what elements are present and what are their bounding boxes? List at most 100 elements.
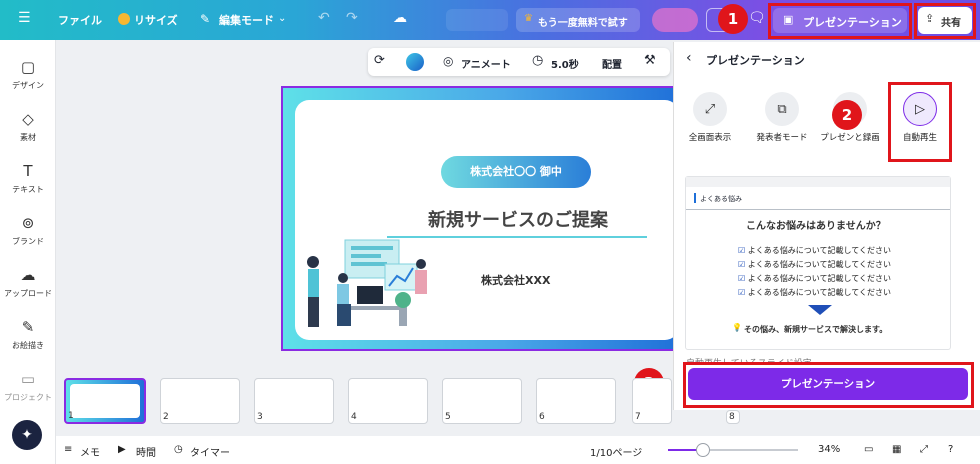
magic-sparkle-icon[interactable]: ✦	[12, 420, 42, 450]
check-icon: ☑	[738, 274, 746, 283]
color-swatch[interactable]	[406, 53, 424, 71]
pencil-icon: ✎	[200, 12, 211, 26]
cloud-upload-icon: ☁	[20, 266, 36, 284]
paint-roller-icon[interactable]: ⚒	[644, 53, 656, 68]
sidebar-item-label: 素材	[20, 133, 36, 142]
redo-icon[interactable]: ↷	[346, 10, 358, 26]
undo-icon[interactable]: ↶	[318, 10, 330, 26]
preview-card: よくある悩み こんなお悩みはありませんか？ ☑ よくある悩みについて記載してくだ…	[685, 176, 951, 350]
thumbnail-1[interactable]: 1	[64, 378, 146, 424]
sidebar-item-upload[interactable]: ☁ アップロード	[0, 266, 56, 299]
autoplay-option[interactable]: ▷ 自動再生	[890, 92, 950, 145]
option-label: 全画面表示	[688, 133, 732, 143]
thumbnail-number: 4	[351, 412, 357, 422]
top-bar: ☰ ファイル リサイズ ✎ 編集モード ⌄ ↶ ↷ ☁ ♛ もう一度無料で試す …	[0, 0, 980, 40]
file-menu[interactable]: ファイル	[58, 12, 102, 28]
add-icon[interactable]: ⟳	[374, 53, 385, 68]
play-box-icon: ▶	[118, 444, 126, 455]
free-trial-button[interactable]: ♛ もう一度無料で試す	[516, 8, 640, 32]
expand-icon: ⤢	[693, 92, 727, 126]
menu-icon[interactable]: ☰	[18, 10, 31, 26]
sidebar-item-draw[interactable]: ✎ お絵描き	[0, 318, 56, 351]
share-button[interactable]: ⇪ 共有	[918, 7, 972, 34]
text-icon: T	[23, 162, 33, 180]
item-text: よくある悩みについて記載してください	[747, 260, 891, 269]
back-arrow-icon[interactable]: ‹	[686, 50, 692, 66]
thumbnail-number: 5	[445, 412, 451, 422]
cloud-icon[interactable]: ☁	[393, 10, 407, 26]
thumbnail-5[interactable]: 5	[442, 378, 522, 424]
zoom-level[interactable]: 34%	[818, 444, 840, 455]
sidebar-item-text[interactable]: T テキスト	[0, 162, 56, 195]
list-item: ☑ よくある悩みについて記載してください	[738, 287, 891, 301]
brand-icon: ⊚	[21, 214, 35, 232]
thumbnail-number: 3	[257, 412, 263, 422]
client-tag: 株式会社〇〇 御中	[441, 156, 591, 188]
notes-view-icon[interactable]: ▭	[864, 444, 873, 455]
sidebar-item-label: プロジェクト	[4, 393, 52, 402]
sidebar-item-label: お絵描き	[12, 341, 44, 350]
clock-icon: ◷	[532, 53, 544, 68]
preview-footer: その悩み、新規サービスで解決します。	[744, 325, 888, 334]
option-label: 発表者モード	[756, 133, 808, 143]
presenter-mode-option[interactable]: ⧉ 発表者モード	[752, 92, 812, 145]
grid-view-icon[interactable]: ▦	[892, 444, 901, 455]
preview-heading: こんなお悩みはありませんか？	[746, 221, 886, 232]
sidebar-item-elements[interactable]: ◇ 素材	[0, 110, 56, 143]
present-label: プレゼンテーション	[803, 16, 902, 29]
shapes-icon: ◇	[22, 110, 34, 128]
thumbnail-number: 6	[539, 412, 545, 422]
fullscreen-option[interactable]: ⤢ 全画面表示	[680, 92, 740, 145]
divider	[686, 209, 950, 210]
item-text: よくある悩みについて記載してください	[747, 274, 891, 283]
free-trial-label: もう一度無料で試す	[538, 18, 628, 29]
thumbnail-number: 8	[729, 412, 735, 422]
list-item: ☑ よくある悩みについて記載してください	[738, 259, 891, 273]
presentation-panel: ‹ プレゼンテーション ⤢ 全画面表示 ⧉ 発表者モード ⏺ プレゼンと録画 ▷…	[673, 42, 980, 410]
thumbnail-3[interactable]: 3	[254, 378, 334, 424]
thumbnail-2[interactable]: 2	[160, 378, 240, 424]
zoom-slider-handle[interactable]	[696, 443, 710, 457]
check-icon: ☑	[738, 288, 746, 297]
timer-button[interactable]: タイマー	[190, 444, 230, 459]
fullscreen-icon[interactable]: ⤢	[920, 444, 928, 455]
layout-icon: ▢	[20, 58, 36, 76]
present-cta-button[interactable]: プレゼンテーション	[688, 368, 968, 400]
sidebar-item-label: ブランド	[12, 237, 44, 246]
option-label: プレゼンと録画	[820, 133, 880, 143]
resize-button[interactable]: リサイズ	[134, 12, 178, 28]
comment-icon[interactable]: 🗨	[748, 10, 766, 26]
thumbnail-8[interactable]: 8	[726, 410, 740, 424]
page-indicator[interactable]: 1/10ページ	[590, 444, 642, 459]
check-icon: ☑	[738, 260, 746, 269]
step-badge-1: 1	[718, 4, 748, 34]
memo-button[interactable]: メモ	[80, 444, 100, 459]
checklist: ☑ よくある悩みについて記載してください ☑ よくある悩みについて記載してくださ…	[738, 245, 891, 301]
slide-content: 株式会社〇〇 御中 新規サービスのご提案 株式会社XXX	[295, 100, 679, 340]
position-button[interactable]: 配置	[602, 56, 622, 71]
play-icon: ▷	[903, 92, 937, 126]
present-button[interactable]: ▣ プレゼンテーション	[773, 8, 907, 33]
thumbnail-4[interactable]: 4	[348, 378, 428, 424]
duration-button[interactable]: 5.0秒	[551, 56, 579, 71]
edit-mode-button[interactable]: 編集モード	[219, 12, 274, 28]
sidebar-item-projects[interactable]: ▭ プロジェクト	[0, 370, 56, 403]
help-button[interactable]: ?	[948, 444, 953, 455]
animate-button[interactable]: アニメート	[461, 56, 511, 71]
avatar[interactable]	[652, 8, 698, 32]
sidebar-item-brand[interactable]: ⊚ ブランド	[0, 214, 56, 247]
sidebar-item-design[interactable]: ▢ デザイン	[0, 58, 56, 91]
draw-icon: ✎	[21, 318, 35, 336]
upload-icon: ⇪	[925, 12, 935, 25]
thumbnail-6[interactable]: 6	[536, 378, 616, 424]
thumbnail-number: 7	[635, 412, 641, 422]
time-button[interactable]: 時間	[136, 444, 156, 459]
memo-icon: ≡	[64, 444, 73, 455]
thumbnail-7[interactable]: 7	[632, 378, 672, 424]
slide-canvas[interactable]: 株式会社〇〇 御中 新規サービスのご提案 株式会社XXX	[281, 86, 685, 351]
panel-title: プレゼンテーション	[706, 54, 805, 67]
stopwatch-icon: ◷	[174, 444, 183, 455]
crown-icon	[118, 13, 130, 25]
preview-header	[686, 177, 950, 187]
title-field[interactable]	[446, 9, 508, 31]
